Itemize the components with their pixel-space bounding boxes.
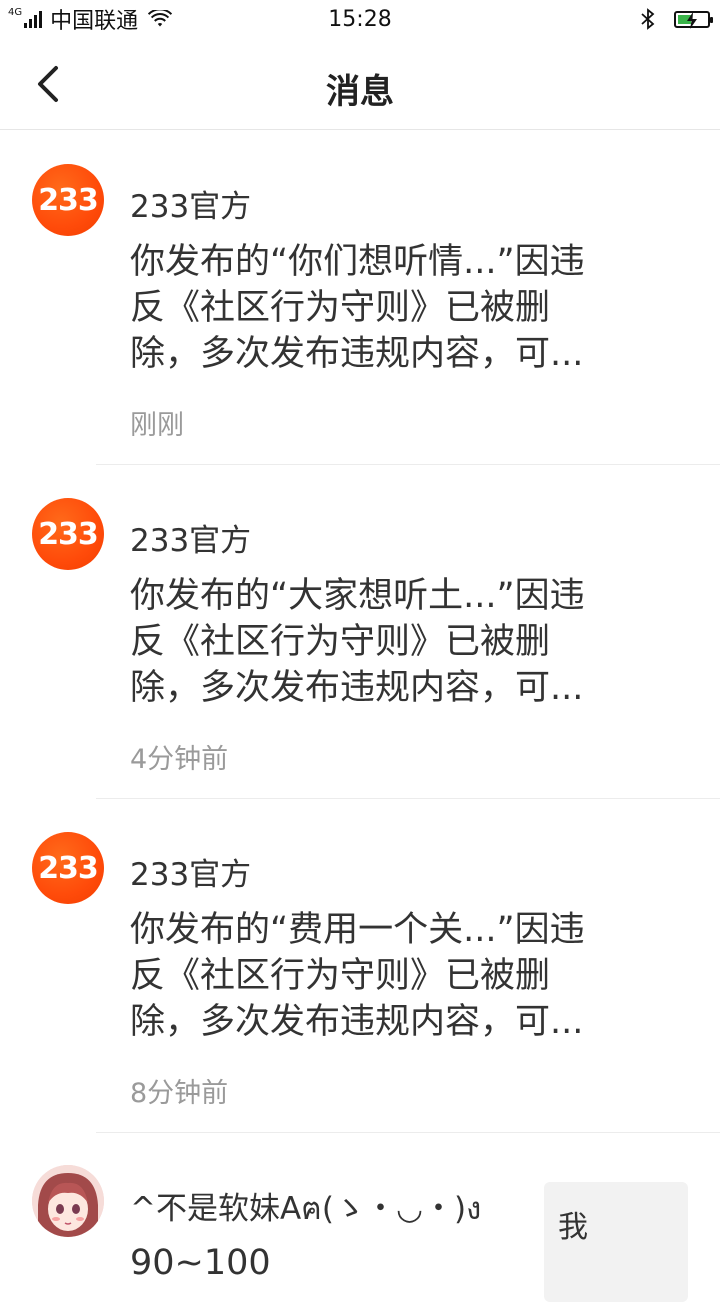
message-item[interactable]: ^不是软妹Aฅ(ゝ・◡・)ง 90~100 我 (0, 1133, 720, 1302)
message-time: 4分钟前 (130, 744, 229, 775)
message-sender: 233官方 (130, 189, 252, 225)
status-bar: 4G 中国联通 15:28 (0, 0, 720, 38)
signal-icon (24, 10, 43, 28)
message-sender: ^不是软妹Aฅ(ゝ・◡・)ง (130, 1191, 482, 1227)
avatar: 233 (32, 832, 104, 904)
status-right (640, 8, 720, 30)
carrier-name: 中国联通 (50, 9, 139, 34)
message-sender: 233官方 (130, 523, 252, 559)
nav-bar: 消息 (0, 38, 720, 130)
wifi-icon (148, 10, 173, 27)
status-left: 4G 中国联通 (0, 3, 173, 35)
thumbnail-text: 我 (558, 1210, 588, 1245)
message-thumbnail[interactable]: 我 (544, 1182, 688, 1302)
message-body: 你发布的“费用一个关...”因违 反《社区行为守则》已被删 除，多次发布违规内容… (130, 910, 585, 1042)
message-item[interactable]: 233 233官方 你发布的“费用一个关...”因违 反《社区行为守则》已被删 … (0, 799, 720, 1133)
network-type: 4G (8, 7, 23, 18)
message-body: 你发布的“大家想听土...”因违 反《社区行为守则》已被删 除，多次发布违规内容… (130, 576, 585, 708)
avatar: 233 (32, 498, 104, 570)
message-list: 233 233官方 你发布的“你们想听情...”因违 反《社区行为守则》已被删 … (0, 131, 720, 1302)
battery-charging-icon (674, 10, 713, 29)
avatar: 233 (32, 164, 104, 236)
message-body: 90~100 (130, 1243, 271, 1283)
message-time: 8分钟前 (130, 1078, 229, 1109)
user-avatar (32, 1165, 104, 1237)
message-sender: 233官方 (130, 857, 252, 893)
message-item[interactable]: 233 233官方 你发布的“大家想听土...”因违 反《社区行为守则》已被删 … (0, 465, 720, 799)
message-body: 你发布的“你们想听情...”因违 反《社区行为守则》已被删 除，多次发布违规内容… (130, 242, 585, 374)
message-item[interactable]: 233 233官方 你发布的“你们想听情...”因违 反《社区行为守则》已被删 … (0, 131, 720, 465)
page-title: 消息 (326, 72, 394, 112)
message-time: 刚刚 (130, 410, 184, 441)
bluetooth-icon (641, 8, 655, 30)
